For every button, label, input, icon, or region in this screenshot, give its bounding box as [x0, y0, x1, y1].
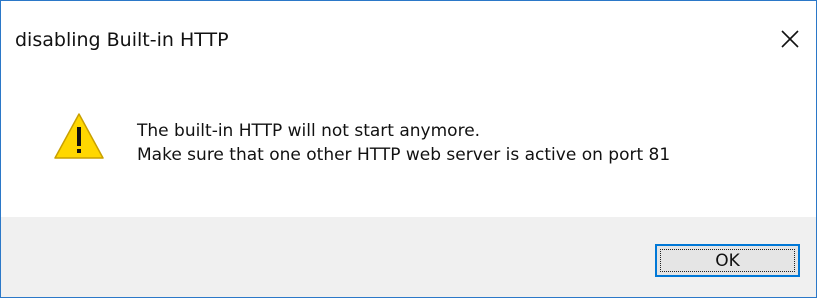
dialog-content: The built-in HTTP will not start anymore… [1, 77, 816, 217]
message-dialog: disabling Built-in HTTP The built-in HTT… [0, 0, 817, 298]
ok-button[interactable]: OK [655, 244, 800, 277]
message-text: The built-in HTTP will not start anymore… [137, 119, 670, 167]
message-line-1: The built-in HTTP will not start anymore… [137, 121, 481, 141]
ok-button-label: OK [715, 250, 740, 271]
message-line-2: Make sure that one other HTTP web server… [137, 145, 671, 165]
close-icon [781, 30, 799, 48]
title-bar: disabling Built-in HTTP [1, 1, 816, 77]
close-button[interactable] [772, 21, 808, 57]
warning-icon [54, 113, 104, 159]
window-title: disabling Built-in HTTP [15, 29, 229, 51]
button-bar: OK [1, 217, 816, 297]
